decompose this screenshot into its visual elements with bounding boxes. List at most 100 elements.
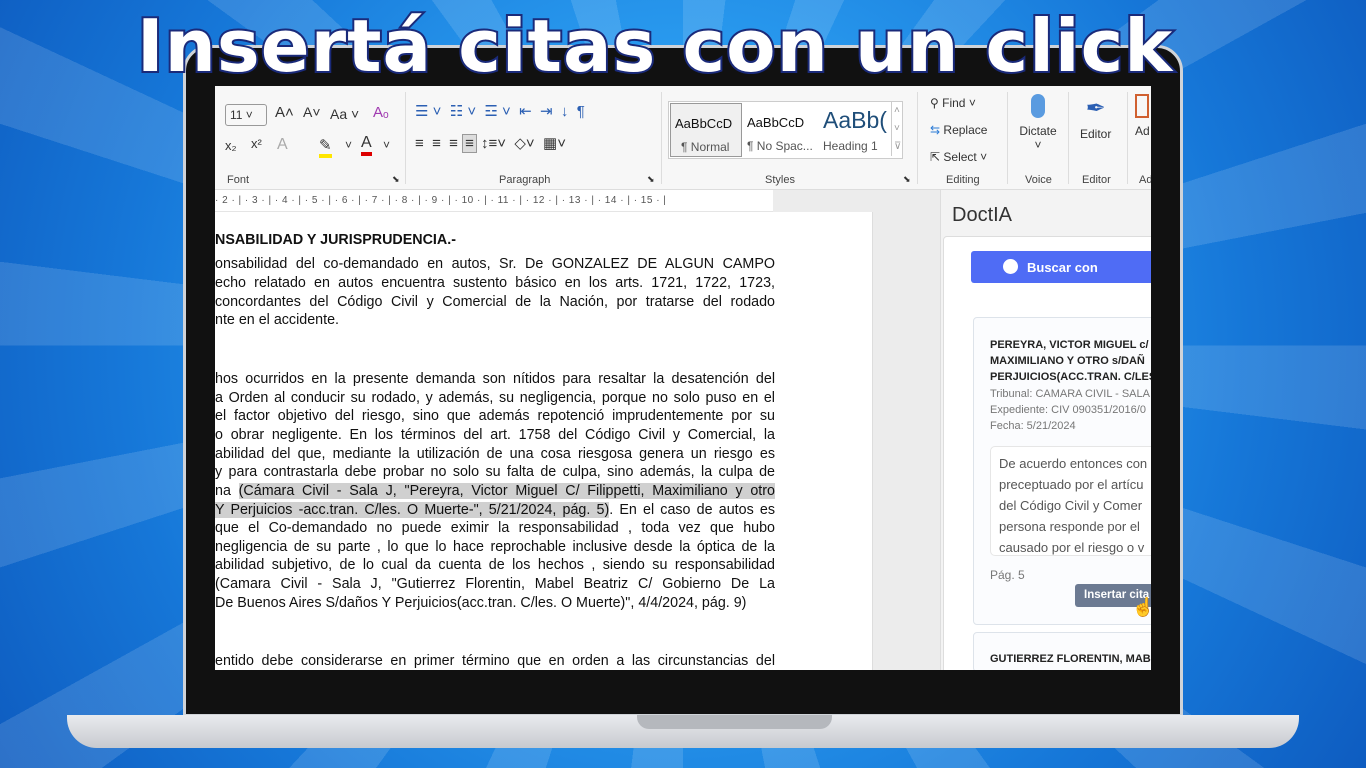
select-label: Select	[943, 150, 977, 164]
document-line: De Buenos Aires S/daños Y Perjuicios(acc…	[215, 595, 775, 611]
shrink-font-button[interactable]: A˅	[303, 104, 321, 120]
dictate-label: Dictate	[1019, 124, 1057, 138]
document-line: abilidad del que, mediante la utilizació…	[215, 446, 775, 462]
divider	[1068, 92, 1069, 184]
laptop-notch	[637, 715, 832, 729]
style-preview: AaBb(	[823, 107, 887, 133]
replace-label: Replace	[943, 123, 988, 137]
replace-button[interactable]: ⇆ Replace	[930, 123, 987, 137]
style-heading-1[interactable]: AaBb( Heading 1	[821, 103, 887, 157]
font-color-icon[interactable]: A	[361, 134, 372, 156]
result-quote: De acuerdo entonces con preceptuado por …	[990, 446, 1151, 556]
line-text: concordantes del Código Civil y Comercia…	[215, 294, 775, 310]
highlight-color-icon[interactable]: ✎	[319, 136, 332, 158]
document-heading: NSABILIDAD Y JURISPRUDENCIA.-	[215, 232, 456, 248]
bullets-icon[interactable]: ☰ ˅ ☷ ˅ ☲ ˅ ⇤ ⇥ ↓ ¶	[415, 102, 585, 120]
document-line: Y Perjuicios -acc.tran. C/les. O Muerte-…	[215, 502, 775, 518]
highlight-dropdown-icon[interactable]: ˅	[345, 138, 352, 152]
quote-line: persona responde por el	[999, 519, 1140, 534]
pane-content: Buscar con PEREYRA, VICTOR MIGUEL c/ MAX…	[943, 236, 1151, 670]
align-buttons-icon[interactable]: ≡ ≡ ≡ ≡ ↕≡˅ ◇˅ ▦˅	[415, 134, 566, 153]
styles-scroll-icon[interactable]: ˄ ˅ ⊽	[891, 102, 901, 156]
result-expediente: Expediente: CIV 090351/2016/0	[990, 404, 1146, 416]
group-label-font: Font	[227, 174, 250, 186]
replace-icon: ⇆	[930, 123, 941, 137]
line-text: na	[215, 483, 239, 499]
document-line: que el Co-demandado no puede eximir la r…	[215, 520, 775, 536]
result-title: MAXIMILIANO Y OTRO s/DAÑ	[990, 355, 1145, 367]
styles-dialog-launcher-icon[interactable]: ⬊	[903, 174, 911, 185]
text-effects-icon[interactable]: A	[277, 136, 288, 154]
quote-line: De acuerdo entonces con	[999, 456, 1148, 471]
document-line: y para contrastarla debe probar no solo …	[215, 464, 775, 480]
grow-font-button[interactable]: A˄	[275, 104, 294, 121]
hand-cursor-icon: ☝	[1131, 597, 1151, 618]
style-name: ¶ No Spac...	[747, 139, 813, 153]
font-dialog-launcher-icon[interactable]: ⬊	[392, 174, 400, 185]
search-button[interactable]: Buscar con	[971, 251, 1151, 283]
find-button[interactable]: ⚲ Find ˅	[930, 96, 976, 110]
editor-button[interactable]: ✒ Editor	[1080, 94, 1111, 141]
quote-line: preceptuado por el artícu	[999, 477, 1144, 492]
style-preview: AaBbCcD	[675, 116, 733, 131]
font-size-dropdown[interactable]: 11 ˅	[225, 104, 267, 126]
divider	[917, 92, 918, 184]
laptop-base	[67, 715, 1299, 748]
styles-gallery: AaBbCcD ¶ Normal AaBbCcD ¶ No Spac... Aa…	[668, 101, 903, 159]
style-name: ¶ Normal	[681, 140, 730, 154]
result-title: GUTIERREZ FLORENTIN, MABE	[990, 653, 1151, 665]
line-text: abilidad del que, mediante la utilizació…	[215, 446, 775, 462]
microphone-icon	[1031, 94, 1045, 118]
inserted-citation: (Cámara Civil - Sala J, "Pereyra, Victor…	[238, 483, 775, 499]
font-color-dropdown-icon[interactable]: ˅	[383, 138, 390, 152]
group-label-paragraph: Paragraph	[499, 174, 551, 186]
brain-icon	[1003, 259, 1018, 274]
document-line: (Camara Civil - Sala J, "Gutierrez Flore…	[215, 576, 775, 592]
paragraph-dialog-launcher-icon[interactable]: ⬊	[647, 174, 655, 185]
line-text: negligencia de su parte , lo que lo hace…	[215, 539, 775, 555]
clear-formatting-button[interactable]: Aₒ	[373, 104, 389, 121]
addins-label: Ad	[1135, 124, 1150, 138]
result-title: PERJUICIOS(ACC.TRAN. C/LES	[990, 371, 1151, 383]
dictate-button[interactable]: Dictate ˅	[1019, 94, 1057, 152]
style-normal[interactable]: AaBbCcD ¶ Normal	[670, 103, 742, 157]
divider	[1007, 92, 1008, 184]
result-title: PEREYRA, VICTOR MIGUEL c/	[990, 339, 1149, 351]
superscript-button[interactable]: x²	[251, 136, 262, 151]
document-line: hos ocurridos en la presente demanda son…	[215, 371, 775, 387]
line-text: hos ocurridos en la presente demanda son…	[215, 371, 775, 387]
editor-pen-icon: ✒	[1085, 95, 1106, 122]
line-text: nte en el accidente.	[215, 312, 339, 328]
line-text: onsabilidad del co-demandado en autos, S…	[215, 256, 775, 272]
line-text: (Camara Civil - Sala J, "Gutierrez Flore…	[215, 576, 775, 592]
line-text: y para contrastarla debe probar no solo …	[215, 464, 775, 480]
line-text: abilidad subjetivo, de lo cual da cuenta…	[215, 557, 775, 573]
addins-icon	[1135, 94, 1149, 118]
line-text: entido debe considerarse en primer térmi…	[215, 653, 775, 669]
line-text: o obrar negligente. En los términos del …	[215, 427, 775, 443]
document-line: negligencia de su parte , lo que lo hace…	[215, 539, 775, 555]
editor-label: Editor	[1080, 127, 1112, 141]
change-case-button[interactable]: Aa ˅	[330, 106, 359, 122]
result-tribunal: Tribunal: CAMARA CIVIL - SALA	[990, 388, 1150, 400]
divider	[405, 92, 406, 184]
style-no-spacing[interactable]: AaBbCcD ¶ No Spac...	[745, 103, 821, 157]
style-name: Heading 1	[823, 139, 878, 153]
select-button[interactable]: ⇱ Select ˅	[930, 150, 987, 164]
group-label-styles: Styles	[765, 174, 795, 186]
style-preview: AaBbCcD	[747, 115, 805, 130]
document-line: el factor objetivo del riesgo, sino que …	[215, 408, 775, 424]
group-label-voice: Voice	[1025, 174, 1052, 186]
line-text: . En el caso de autos es	[609, 502, 775, 518]
group-label-addins: Ad	[1139, 174, 1151, 186]
subscript-button[interactable]: x₂	[225, 138, 237, 153]
line-text: a Orden al conducir su rodado, y además,…	[215, 390, 775, 406]
addins-button[interactable]: Ad	[1135, 94, 1150, 138]
document-line: concordantes del Código Civil y Comercia…	[215, 294, 775, 310]
result-fecha: Fecha: 5/21/2024	[990, 420, 1076, 432]
line-text: el factor objetivo del riesgo, sino que …	[215, 408, 775, 424]
divider	[661, 92, 662, 184]
document-page[interactable]: NSABILIDAD Y JURISPRUDENCIA.- onsabilida…	[215, 212, 872, 670]
document-line: na (Cámara Civil - Sala J, "Pereyra, Vic…	[215, 483, 775, 499]
font-size-value: 11	[230, 108, 243, 122]
